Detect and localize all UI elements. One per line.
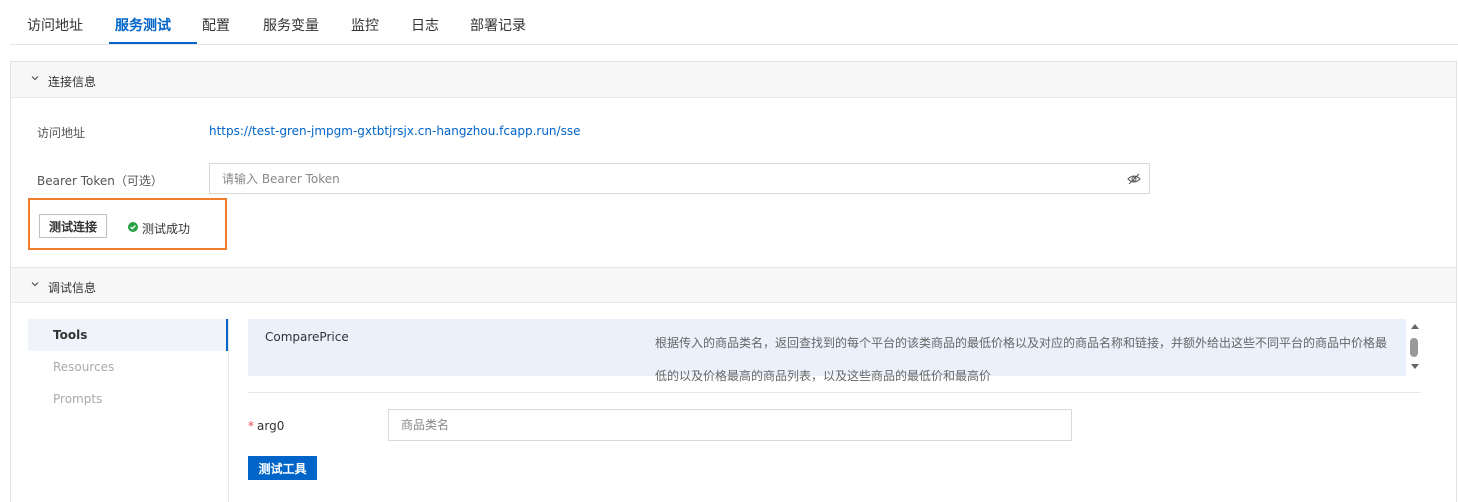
nav-divider: [228, 319, 229, 502]
tool-description: 根据传入的商品类名，返回查找到的每个平台的该类商品的最低价格以及对应的商品名称和…: [655, 336, 1388, 383]
arg0-label-text: arg0: [257, 419, 285, 433]
scroll-thumb[interactable]: [1410, 338, 1418, 357]
tab-service-test[interactable]: 服务测试: [115, 15, 171, 35]
tool-name: ComparePrice: [265, 330, 349, 344]
bearer-token-input[interactable]: [210, 164, 1110, 193]
test-tool-button[interactable]: 测试工具: [248, 456, 317, 480]
connection-status-text: 测试成功: [142, 222, 191, 236]
service-test-panel: 连接信息 访问地址 https://test-gren-jmpgm-gxtbtj…: [10, 61, 1457, 502]
tab-bar: 访问地址 服务测试 配置 服务变量 监控 日志 部署记录: [10, 0, 1458, 45]
tab-access-address[interactable]: 访问地址: [27, 15, 83, 35]
debug-section-header[interactable]: 调试信息: [11, 267, 1456, 303]
tab-monitoring[interactable]: 监控: [351, 15, 379, 35]
divider: [248, 392, 1421, 393]
required-mark: *: [248, 419, 254, 433]
eye-off-icon[interactable]: [1127, 173, 1141, 185]
active-tab-indicator: [109, 42, 197, 44]
scroll-down-arrow-icon[interactable]: [1411, 364, 1419, 369]
check-circle-icon: [128, 222, 138, 232]
tool-list-scrollbar[interactable]: [1409, 324, 1421, 374]
token-label: Bearer Token（可选）: [37, 174, 163, 188]
connection-section-title: 连接信息: [48, 75, 97, 89]
debug-side-nav: Tools Resources Prompts: [28, 319, 228, 502]
tab-logs[interactable]: 日志: [411, 15, 439, 35]
connection-section-header[interactable]: 连接信息: [11, 62, 1456, 98]
test-connection-button[interactable]: 测试连接: [39, 214, 107, 238]
tab-config[interactable]: 配置: [202, 15, 230, 35]
url-label: 访问地址: [37, 126, 86, 140]
arg0-input[interactable]: [389, 410, 1071, 440]
chevron-down-icon: [31, 76, 39, 81]
access-url-link[interactable]: https://test-gren-jmpgm-gxtbtjrsjx.cn-ha…: [209, 124, 580, 138]
nav-item-resources[interactable]: Resources: [28, 351, 228, 383]
debug-section-title: 调试信息: [48, 281, 97, 295]
scroll-up-arrow-icon[interactable]: [1411, 324, 1419, 329]
arg0-label: * arg0: [248, 419, 284, 433]
tool-list-item[interactable]: ComparePrice 根据传入的商品类名，返回查找到的每个平台的该类商品的最…: [248, 319, 1406, 383]
tab-service-variables[interactable]: 服务变量: [263, 15, 319, 35]
bearer-token-field: [209, 163, 1150, 194]
tab-deploy-records[interactable]: 部署记录: [470, 15, 526, 35]
chevron-down-icon: [31, 282, 39, 287]
nav-item-prompts[interactable]: Prompts: [28, 383, 228, 415]
arg0-field: [388, 409, 1072, 441]
nav-item-tools[interactable]: Tools: [28, 319, 228, 351]
